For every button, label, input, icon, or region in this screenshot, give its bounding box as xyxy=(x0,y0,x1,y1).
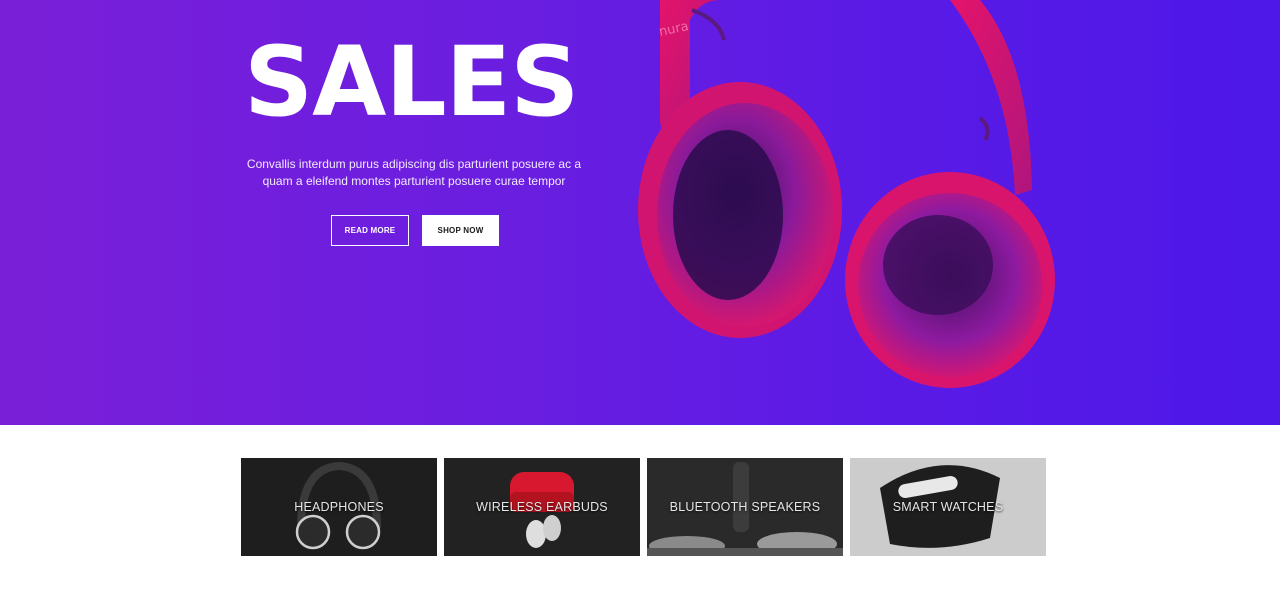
category-grid: HEADPHONES WIRELESS EARBUDS BLUETOOTH SP… xyxy=(241,458,1046,556)
read-more-button[interactable]: READ MORE xyxy=(331,215,409,246)
category-label: SMART WATCHES xyxy=(892,500,1004,514)
category-label: BLUETOOTH SPEAKERS xyxy=(669,500,821,514)
hero-title: SALES xyxy=(244,26,579,138)
headphones-image: nura xyxy=(638,0,1055,388)
category-card-smart-watches[interactable]: SMART WATCHES xyxy=(850,458,1046,556)
category-label: WIRELESS EARBUDS xyxy=(476,500,608,514)
category-label: HEADPHONES xyxy=(294,500,384,514)
category-card-headphones[interactable]: HEADPHONES xyxy=(241,458,437,556)
category-card-bluetooth-speakers[interactable]: BLUETOOTH SPEAKERS xyxy=(647,458,843,556)
hero-banner: SALES Convallis interdum purus adipiscin… xyxy=(0,0,1280,425)
category-card-wireless-earbuds[interactable]: WIRELESS EARBUDS xyxy=(444,458,640,556)
shop-now-button[interactable]: SHOP NOW xyxy=(422,215,499,246)
hero-description: Convallis interdum purus adipiscing dis … xyxy=(246,157,582,188)
